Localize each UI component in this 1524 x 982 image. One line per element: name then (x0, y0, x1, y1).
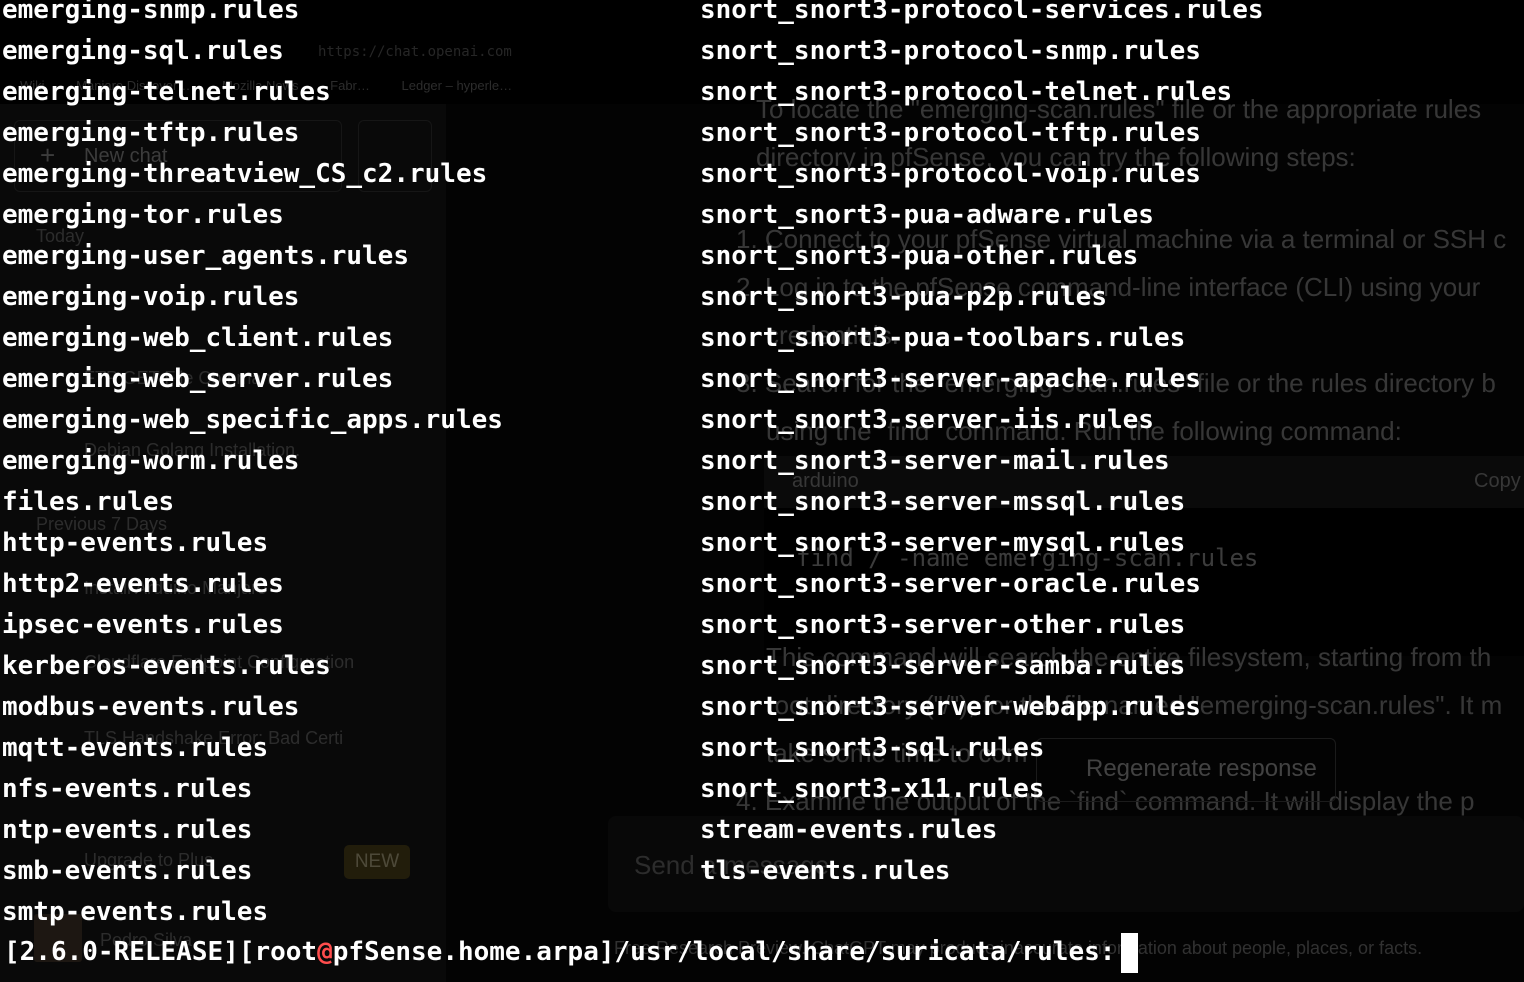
file-entry: snort_snort3-protocol-voip.rules (700, 159, 1201, 189)
file-entry: ntp-events.rules (2, 815, 253, 845)
screen: https://chat.openai.com Wiki Manjaro Dis… (0, 0, 1524, 982)
file-entry: snort_snort3-pua-other.rules (700, 241, 1139, 271)
prompt-at-sign: @ (317, 937, 333, 967)
file-entry: snort_snort3-protocol-telnet.rules (700, 77, 1233, 107)
file-entry: snort_snort3-server-webapp.rules (700, 692, 1201, 722)
prompt-host: pfSense.home.arpa] (332, 937, 615, 967)
file-entry: stream-events.rules (700, 815, 998, 845)
file-entry: modbus-events.rules (2, 692, 300, 722)
terminal-window[interactable]: emerging-snmp.rules emerging-sql.rules eme… (0, 0, 1524, 982)
file-entry: snort_snort3-protocol-tftp.rules (700, 118, 1201, 148)
file-entry: snort_snort3-server-mysql.rules (700, 528, 1186, 558)
file-entry: emerging-web_specific_apps.rules (2, 405, 503, 435)
file-entry: emerging-user_agents.rules (2, 241, 409, 271)
file-entry: http-events.rules (2, 528, 269, 558)
file-entry: snort_snort3-x11.rules (700, 774, 1045, 804)
file-entry: kerberos-events.rules (2, 651, 331, 681)
file-entry: snort_snort3-server-apache.rules (700, 364, 1201, 394)
file-entry: emerging-web_client.rules (2, 323, 394, 353)
file-entry: snort_snort3-server-oracle.rules (700, 569, 1201, 599)
file-entry: emerging-sql.rules (2, 36, 284, 66)
file-entry: snort_snort3-server-mssql.rules (700, 487, 1186, 517)
file-entry: snort_snort3-sql.rules (700, 733, 1045, 763)
prompt-release: [2.6.0-RELEASE] (4, 937, 239, 967)
file-entry: snort_snort3-server-other.rules (700, 610, 1186, 640)
file-entry: emerging-snmp.rules (2, 0, 300, 25)
prompt-suffix: : (1099, 937, 1116, 967)
file-entry: smb-events.rules (2, 856, 253, 886)
file-entry: emerging-tftp.rules (2, 118, 300, 148)
file-entry: emerging-voip.rules (2, 282, 300, 312)
file-entry: smtp-events.rules (2, 897, 269, 927)
file-entry: snort_snort3-server-samba.rules (700, 651, 1186, 681)
prompt-user: [root (238, 937, 318, 967)
file-entry: ipsec-events.rules (2, 610, 284, 640)
file-entry: emerging-tor.rules (2, 200, 284, 230)
file-entry: snort_snort3-pua-p2p.rules (700, 282, 1107, 312)
file-entry: emerging-web_server.rules (2, 364, 394, 394)
file-entry: http2-events.rules (2, 569, 284, 599)
text-cursor (1121, 932, 1139, 973)
file-entry: mqtt-events.rules (2, 733, 269, 763)
file-entry: emerging-telnet.rules (2, 77, 331, 107)
file-entry: files.rules (2, 487, 175, 517)
shell-prompt[interactable]: [2.6.0-RELEASE][root@pfSense.home.arpa]/… (4, 932, 1139, 973)
file-entry: snort_snort3-pua-adware.rules (700, 200, 1154, 230)
file-entry: emerging-worm.rules (2, 446, 300, 476)
file-listing-right-column: snort_snort3-protocol-services.rulessnor… (700, 0, 1264, 892)
file-entry: snort_snort3-server-mail.rules (700, 446, 1170, 476)
file-entry: snort_snort3-server-iis.rules (700, 405, 1154, 435)
file-entry: emerging-threatview_CS_c2.rules (2, 159, 488, 189)
file-entry: snort_snort3-protocol-snmp.rules (700, 36, 1201, 66)
file-entry: snort_snort3-protocol-services.rules (700, 0, 1264, 25)
file-entry: tls-events.rules (700, 856, 951, 886)
file-listing-left-column: emerging-snmp.rules emerging-sql.rules eme… (2, 0, 503, 933)
file-entry: nfs-events.rules (2, 774, 253, 804)
file-entry: snort_snort3-pua-toolbars.rules (700, 323, 1186, 353)
prompt-path: /usr/local/share/suricata/rules (614, 937, 1100, 967)
